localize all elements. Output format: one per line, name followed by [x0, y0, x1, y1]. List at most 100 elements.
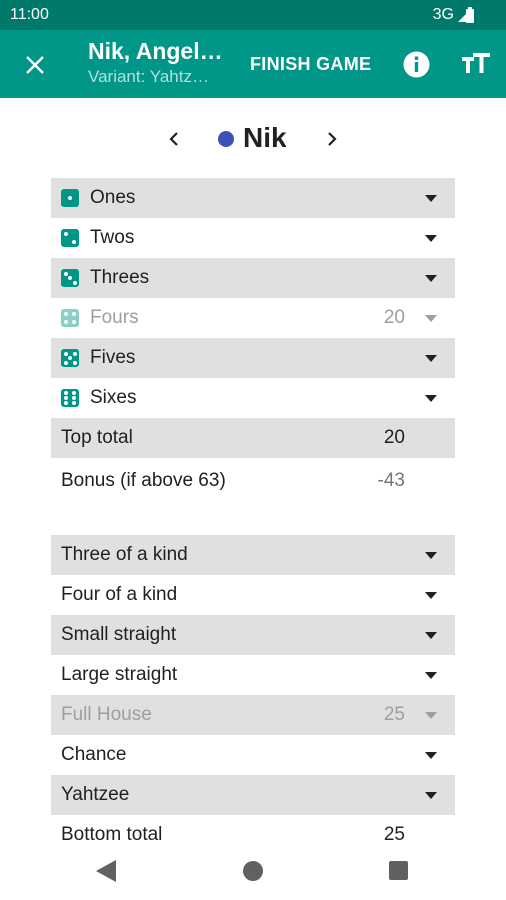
title-block: Nik, Angel… Variant: Yahtz… [88, 38, 233, 87]
dropdown-arrow-icon[interactable] [425, 792, 437, 799]
app-title: Nik, Angel… [88, 38, 223, 64]
status-time: 11:00 [10, 6, 49, 23]
score-row-full-house: Full House 25 [51, 695, 455, 735]
die-pip [68, 276, 72, 280]
score-row-label: Ones [90, 187, 136, 208]
score-row-sixes[interactable]: Sixes [51, 378, 455, 418]
score-row-ones[interactable]: Ones [51, 178, 455, 218]
score-row-label: Three of a kind [61, 544, 188, 565]
score-row-yahtzee[interactable]: Yahtzee [51, 775, 455, 815]
score-row-small-straight[interactable]: Small straight [51, 615, 455, 655]
close-button[interactable] [18, 48, 52, 82]
chevron-left-icon[interactable] [162, 124, 186, 154]
score-row-fours: Fours 20 [51, 298, 455, 338]
score-table: Ones Twos Threes Fours 20 Fives Sixes Top tota… [51, 178, 455, 855]
dropdown-arrow-icon[interactable] [425, 632, 437, 639]
score-row-value: 20 [383, 307, 405, 328]
score-row-label: Twos [90, 227, 135, 248]
recents-icon[interactable] [389, 861, 408, 880]
die-pip [68, 356, 72, 360]
network-type: 3G [432, 6, 454, 23]
dropdown-arrow-icon[interactable] [425, 275, 437, 282]
die-2-icon [61, 229, 79, 247]
bonus-row: Bonus (if above 63) -43 [51, 458, 455, 504]
dropdown-arrow-icon[interactable] [425, 195, 437, 202]
status-bar: 11:00 3G [0, 0, 506, 30]
die-pip [63, 360, 68, 365]
top-total-row: Top total 20 [51, 418, 455, 458]
text-size-icon[interactable] [462, 52, 490, 76]
score-row-label: Small straight [61, 624, 177, 645]
lower-section: Three of a kind Four of a kind Small strai… [51, 535, 455, 815]
die-pip [71, 396, 76, 400]
info-icon[interactable] [403, 51, 430, 78]
die-pip [71, 319, 76, 324]
app-subtitle: Variant: Yahtz… [88, 67, 209, 86]
finish-game-button[interactable]: FINISH GAME [250, 54, 371, 75]
score-row-label: Four of a kind [61, 584, 178, 605]
dropdown-arrow-icon[interactable] [425, 592, 437, 599]
score-row-label: Fives [90, 347, 136, 368]
die-4-icon [61, 309, 79, 327]
system-nav-bar [0, 840, 506, 900]
score-row-label: Full House [61, 704, 152, 725]
die-pip [64, 401, 69, 406]
back-icon[interactable] [96, 860, 116, 882]
player-name: Nik [243, 122, 287, 153]
die-pip [72, 360, 77, 365]
home-icon[interactable] [243, 861, 263, 881]
score-row-large-straight[interactable]: Large straight [51, 655, 455, 695]
score-row-label: Fours [90, 307, 139, 328]
die-1-icon [61, 189, 79, 207]
die-6-icon [61, 389, 79, 407]
die-pip [71, 390, 76, 395]
die-3-icon [61, 269, 79, 287]
upper-section: Ones Twos Threes Fours 20 Fives Sixes [51, 178, 455, 418]
score-row-three-of-a-kind[interactable]: Three of a kind [51, 535, 455, 575]
score-row-label: Large straight [61, 664, 178, 685]
player-selector: Nik [0, 118, 506, 160]
player-color-dot [218, 131, 234, 147]
die-pip [64, 390, 69, 395]
dropdown-arrow-icon[interactable] [425, 712, 437, 719]
bonus-label: Bonus (if above 63) [61, 470, 226, 491]
die-5-icon [61, 349, 79, 367]
dropdown-arrow-icon[interactable] [425, 235, 437, 242]
dropdown-arrow-icon[interactable] [425, 315, 437, 322]
score-row-threes[interactable]: Threes [51, 258, 455, 298]
dropdown-arrow-icon[interactable] [425, 752, 437, 759]
die-pip [71, 312, 76, 317]
die-pip [71, 239, 76, 244]
app-bar: Nik, Angel… Variant: Yahtz… FINISH GAME [0, 30, 506, 98]
close-icon [26, 56, 44, 74]
bonus-value: -43 [377, 470, 405, 491]
die-pip [72, 351, 77, 356]
score-row-label: Sixes [90, 387, 137, 408]
score-row-fives[interactable]: Fives [51, 338, 455, 378]
dropdown-arrow-icon[interactable] [425, 552, 437, 559]
die-pip [71, 401, 76, 406]
dropdown-arrow-icon[interactable] [425, 355, 437, 362]
die-pip [64, 396, 69, 400]
score-row-four-of-a-kind[interactable]: Four of a kind [51, 575, 455, 615]
die-pip [64, 232, 69, 237]
chevron-right-icon[interactable] [320, 124, 344, 154]
dropdown-arrow-icon[interactable] [425, 395, 437, 402]
die-pip [64, 319, 69, 324]
die-pip [64, 312, 69, 317]
die-pip [72, 280, 77, 285]
score-row-twos[interactable]: Twos [51, 218, 455, 258]
score-row-label: Threes [90, 267, 150, 288]
top-total-value: 20 [383, 427, 405, 448]
score-row-value: 25 [383, 704, 405, 725]
score-row-chance[interactable]: Chance [51, 735, 455, 775]
top-total-label: Top total [61, 427, 133, 448]
die-pip [63, 271, 68, 276]
dropdown-arrow-icon[interactable] [425, 672, 437, 679]
score-row-label: Chance [61, 744, 127, 765]
die-pip [63, 351, 68, 356]
battery-icon [466, 7, 474, 23]
die-pip [68, 196, 72, 200]
score-row-label: Yahtzee [61, 784, 130, 805]
